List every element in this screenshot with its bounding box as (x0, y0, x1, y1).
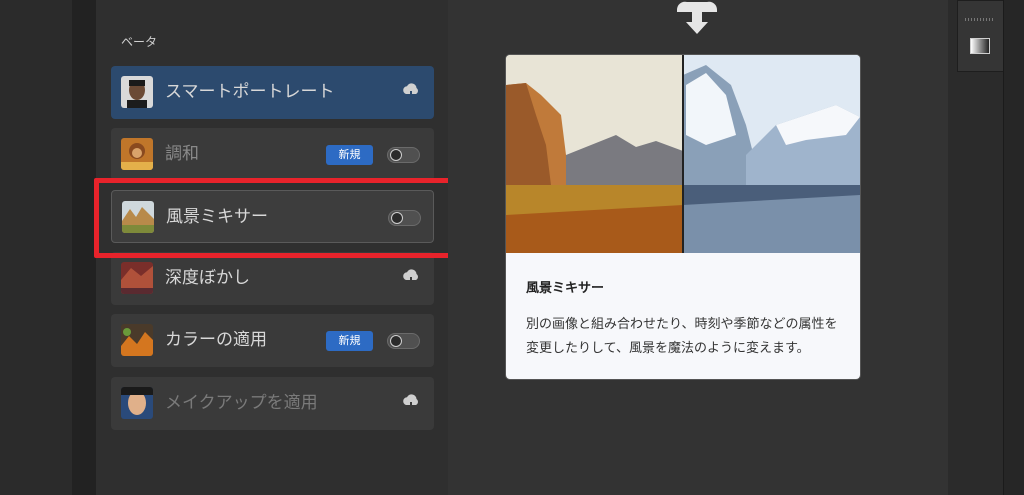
filter-label: スマートポートレート (165, 82, 335, 102)
new-badge: 新規 (326, 331, 373, 351)
before-after-landscape-image (506, 55, 860, 253)
smart-portrait-thumbnail (121, 76, 153, 108)
filter-item-harmony[interactable]: 調和 新規 (111, 128, 434, 181)
depth-blur-thumbnail (121, 262, 153, 294)
filter-label: 深度ぼかし (165, 268, 250, 288)
preview-description: 別の画像と組み合わせたり、時刻や季節などの属性を変更したりして、風景を魔法のよう… (526, 317, 838, 356)
cloud-download-icon[interactable] (401, 83, 421, 101)
color-transfer-thumbnail (121, 324, 153, 356)
makeup-transfer-thumbnail (121, 387, 153, 419)
left-gutter (0, 0, 72, 495)
filter-label: 調和 (165, 144, 199, 164)
section-label-beta: ベータ (121, 35, 158, 49)
toggle-switch[interactable] (387, 147, 420, 163)
cloud-download-icon[interactable] (401, 269, 421, 287)
new-badge: 新規 (326, 145, 373, 165)
filter-item-smart-portrait[interactable]: スマートポートレート (111, 66, 434, 119)
filter-item-makeup-transfer[interactable]: メイクアップを適用 (111, 377, 434, 430)
right-divider[interactable] (1003, 0, 1024, 495)
preview-title: 風景ミキサー (526, 281, 605, 296)
filter-label: メイクアップを適用 (165, 393, 318, 413)
harmony-thumbnail (121, 138, 153, 170)
gradient-icon[interactable] (970, 38, 990, 54)
filter-item-color-transfer[interactable]: カラーの適用 新規 (111, 314, 434, 367)
cloud-download-icon[interactable] (401, 394, 421, 412)
cloud-download-icon (676, 1, 718, 34)
panel-grip-handle[interactable] (965, 18, 995, 21)
filter-item-depth-blur[interactable]: 深度ぼかし (111, 252, 434, 305)
selection-highlight-frame (94, 178, 458, 258)
filter-preview-card: 風景ミキサー 別の画像と組み合わせたり、時刻や季節などの属性を変更したりして、風… (506, 55, 860, 379)
tool-panel (957, 0, 1005, 72)
toggle-switch[interactable] (387, 333, 420, 349)
filter-label: カラーの適用 (165, 330, 267, 350)
